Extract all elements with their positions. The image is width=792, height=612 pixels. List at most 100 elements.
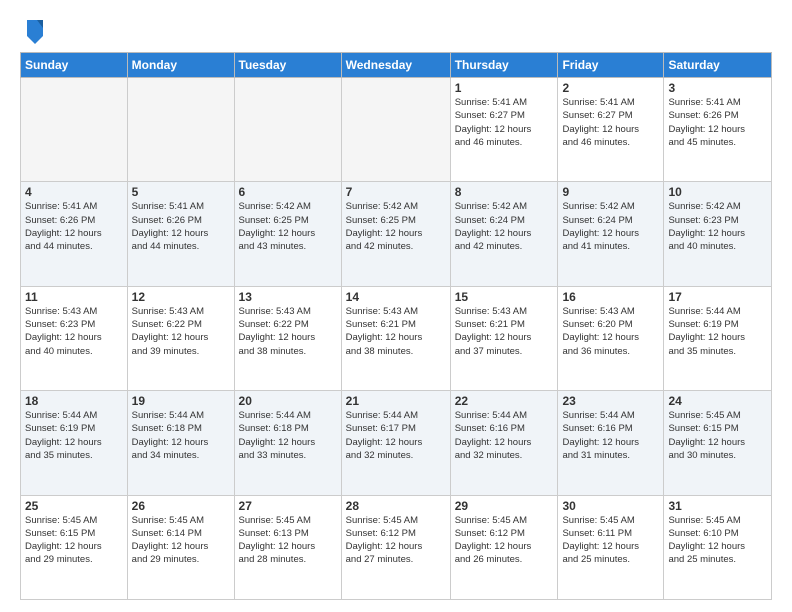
day-number: 22 <box>455 394 554 408</box>
calendar-cell: 18Sunrise: 5:44 AM Sunset: 6:19 PM Dayli… <box>21 391 128 495</box>
day-info: Sunrise: 5:45 AM Sunset: 6:12 PM Dayligh… <box>346 514 446 567</box>
day-info: Sunrise: 5:41 AM Sunset: 6:27 PM Dayligh… <box>562 96 659 149</box>
day-header: Monday <box>127 53 234 78</box>
day-number: 26 <box>132 499 230 513</box>
day-number: 25 <box>25 499 123 513</box>
day-info: Sunrise: 5:43 AM Sunset: 6:21 PM Dayligh… <box>455 305 554 358</box>
day-info: Sunrise: 5:43 AM Sunset: 6:22 PM Dayligh… <box>239 305 337 358</box>
day-number: 24 <box>668 394 767 408</box>
calendar-cell: 30Sunrise: 5:45 AM Sunset: 6:11 PM Dayli… <box>558 495 664 599</box>
day-number: 27 <box>239 499 337 513</box>
day-info: Sunrise: 5:45 AM Sunset: 6:15 PM Dayligh… <box>25 514 123 567</box>
calendar-cell: 26Sunrise: 5:45 AM Sunset: 6:14 PM Dayli… <box>127 495 234 599</box>
day-number: 7 <box>346 185 446 199</box>
calendar-cell <box>341 78 450 182</box>
calendar: SundayMondayTuesdayWednesdayThursdayFrid… <box>20 52 772 600</box>
calendar-cell: 31Sunrise: 5:45 AM Sunset: 6:10 PM Dayli… <box>664 495 772 599</box>
day-info: Sunrise: 5:43 AM Sunset: 6:21 PM Dayligh… <box>346 305 446 358</box>
calendar-cell: 12Sunrise: 5:43 AM Sunset: 6:22 PM Dayli… <box>127 286 234 390</box>
calendar-cell: 25Sunrise: 5:45 AM Sunset: 6:15 PM Dayli… <box>21 495 128 599</box>
day-number: 2 <box>562 81 659 95</box>
day-info: Sunrise: 5:43 AM Sunset: 6:20 PM Dayligh… <box>562 305 659 358</box>
day-number: 6 <box>239 185 337 199</box>
day-number: 20 <box>239 394 337 408</box>
day-header: Saturday <box>664 53 772 78</box>
day-header: Thursday <box>450 53 558 78</box>
calendar-cell: 9Sunrise: 5:42 AM Sunset: 6:24 PM Daylig… <box>558 182 664 286</box>
day-info: Sunrise: 5:42 AM Sunset: 6:25 PM Dayligh… <box>239 200 337 253</box>
day-header: Sunday <box>21 53 128 78</box>
day-info: Sunrise: 5:45 AM Sunset: 6:14 PM Dayligh… <box>132 514 230 567</box>
day-number: 9 <box>562 185 659 199</box>
day-info: Sunrise: 5:41 AM Sunset: 6:26 PM Dayligh… <box>132 200 230 253</box>
calendar-cell: 20Sunrise: 5:44 AM Sunset: 6:18 PM Dayli… <box>234 391 341 495</box>
calendar-cell: 23Sunrise: 5:44 AM Sunset: 6:16 PM Dayli… <box>558 391 664 495</box>
day-number: 19 <box>132 394 230 408</box>
day-number: 5 <box>132 185 230 199</box>
calendar-cell: 29Sunrise: 5:45 AM Sunset: 6:12 PM Dayli… <box>450 495 558 599</box>
day-number: 21 <box>346 394 446 408</box>
day-info: Sunrise: 5:45 AM Sunset: 6:15 PM Dayligh… <box>668 409 767 462</box>
day-number: 29 <box>455 499 554 513</box>
day-info: Sunrise: 5:42 AM Sunset: 6:24 PM Dayligh… <box>562 200 659 253</box>
calendar-cell: 16Sunrise: 5:43 AM Sunset: 6:20 PM Dayli… <box>558 286 664 390</box>
day-info: Sunrise: 5:45 AM Sunset: 6:10 PM Dayligh… <box>668 514 767 567</box>
day-info: Sunrise: 5:44 AM Sunset: 6:19 PM Dayligh… <box>668 305 767 358</box>
header <box>20 16 772 44</box>
day-number: 1 <box>455 81 554 95</box>
calendar-cell: 27Sunrise: 5:45 AM Sunset: 6:13 PM Dayli… <box>234 495 341 599</box>
day-info: Sunrise: 5:42 AM Sunset: 6:24 PM Dayligh… <box>455 200 554 253</box>
calendar-cell: 13Sunrise: 5:43 AM Sunset: 6:22 PM Dayli… <box>234 286 341 390</box>
day-info: Sunrise: 5:44 AM Sunset: 6:18 PM Dayligh… <box>132 409 230 462</box>
calendar-cell: 3Sunrise: 5:41 AM Sunset: 6:26 PM Daylig… <box>664 78 772 182</box>
day-number: 12 <box>132 290 230 304</box>
day-info: Sunrise: 5:42 AM Sunset: 6:23 PM Dayligh… <box>668 200 767 253</box>
calendar-cell: 22Sunrise: 5:44 AM Sunset: 6:16 PM Dayli… <box>450 391 558 495</box>
calendar-cell: 15Sunrise: 5:43 AM Sunset: 6:21 PM Dayli… <box>450 286 558 390</box>
calendar-cell: 14Sunrise: 5:43 AM Sunset: 6:21 PM Dayli… <box>341 286 450 390</box>
day-number: 15 <box>455 290 554 304</box>
day-info: Sunrise: 5:44 AM Sunset: 6:16 PM Dayligh… <box>562 409 659 462</box>
day-info: Sunrise: 5:44 AM Sunset: 6:19 PM Dayligh… <box>25 409 123 462</box>
calendar-cell: 10Sunrise: 5:42 AM Sunset: 6:23 PM Dayli… <box>664 182 772 286</box>
calendar-cell <box>234 78 341 182</box>
day-info: Sunrise: 5:45 AM Sunset: 6:13 PM Dayligh… <box>239 514 337 567</box>
day-info: Sunrise: 5:43 AM Sunset: 6:23 PM Dayligh… <box>25 305 123 358</box>
day-number: 18 <box>25 394 123 408</box>
calendar-cell <box>127 78 234 182</box>
day-info: Sunrise: 5:45 AM Sunset: 6:11 PM Dayligh… <box>562 514 659 567</box>
day-number: 8 <box>455 185 554 199</box>
day-number: 28 <box>346 499 446 513</box>
calendar-cell: 8Sunrise: 5:42 AM Sunset: 6:24 PM Daylig… <box>450 182 558 286</box>
day-number: 4 <box>25 185 123 199</box>
day-header: Friday <box>558 53 664 78</box>
calendar-cell: 19Sunrise: 5:44 AM Sunset: 6:18 PM Dayli… <box>127 391 234 495</box>
calendar-cell: 4Sunrise: 5:41 AM Sunset: 6:26 PM Daylig… <box>21 182 128 286</box>
logo-icon <box>23 16 47 44</box>
day-info: Sunrise: 5:41 AM Sunset: 6:26 PM Dayligh… <box>668 96 767 149</box>
calendar-cell: 2Sunrise: 5:41 AM Sunset: 6:27 PM Daylig… <box>558 78 664 182</box>
day-info: Sunrise: 5:44 AM Sunset: 6:16 PM Dayligh… <box>455 409 554 462</box>
calendar-cell: 24Sunrise: 5:45 AM Sunset: 6:15 PM Dayli… <box>664 391 772 495</box>
day-info: Sunrise: 5:44 AM Sunset: 6:17 PM Dayligh… <box>346 409 446 462</box>
calendar-cell: 1Sunrise: 5:41 AM Sunset: 6:27 PM Daylig… <box>450 78 558 182</box>
page: SundayMondayTuesdayWednesdayThursdayFrid… <box>0 0 792 612</box>
day-number: 10 <box>668 185 767 199</box>
calendar-cell: 6Sunrise: 5:42 AM Sunset: 6:25 PM Daylig… <box>234 182 341 286</box>
day-info: Sunrise: 5:42 AM Sunset: 6:25 PM Dayligh… <box>346 200 446 253</box>
logo <box>20 16 47 44</box>
day-number: 23 <box>562 394 659 408</box>
calendar-cell: 28Sunrise: 5:45 AM Sunset: 6:12 PM Dayli… <box>341 495 450 599</box>
day-info: Sunrise: 5:43 AM Sunset: 6:22 PM Dayligh… <box>132 305 230 358</box>
day-number: 16 <box>562 290 659 304</box>
day-number: 17 <box>668 290 767 304</box>
day-number: 14 <box>346 290 446 304</box>
day-header: Tuesday <box>234 53 341 78</box>
day-info: Sunrise: 5:41 AM Sunset: 6:27 PM Dayligh… <box>455 96 554 149</box>
day-number: 31 <box>668 499 767 513</box>
calendar-cell: 21Sunrise: 5:44 AM Sunset: 6:17 PM Dayli… <box>341 391 450 495</box>
calendar-cell <box>21 78 128 182</box>
day-number: 11 <box>25 290 123 304</box>
calendar-cell: 5Sunrise: 5:41 AM Sunset: 6:26 PM Daylig… <box>127 182 234 286</box>
calendar-cell: 17Sunrise: 5:44 AM Sunset: 6:19 PM Dayli… <box>664 286 772 390</box>
